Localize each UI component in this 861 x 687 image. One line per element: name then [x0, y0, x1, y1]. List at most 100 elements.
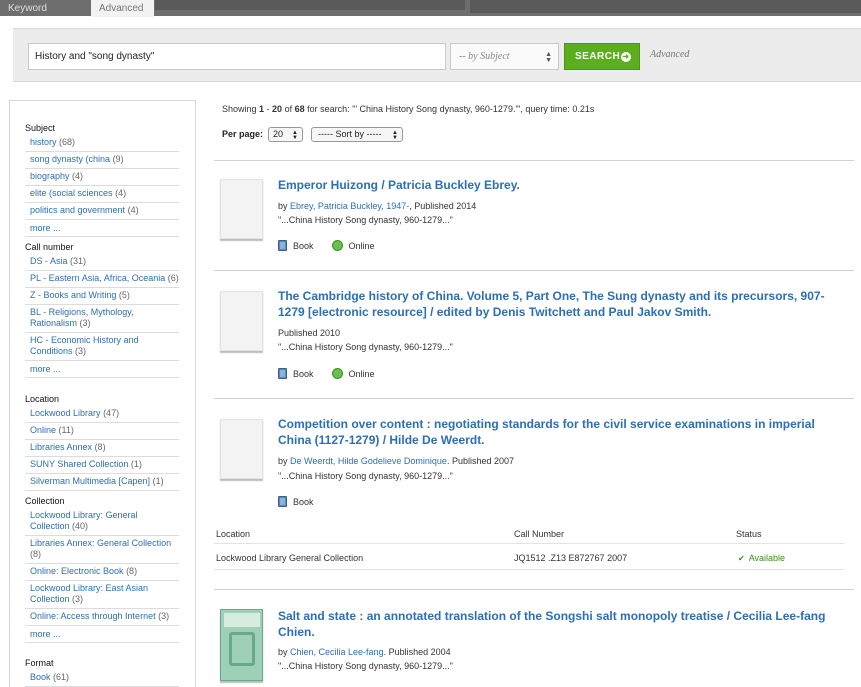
- result-title-link[interactable]: Salt and state : an annotated translatio…: [278, 608, 848, 640]
- result-meta: by Chien, Cecilia Lee-fang. Published 20…: [278, 647, 451, 657]
- facet-item[interactable]: Online (11): [25, 423, 179, 440]
- facet-item[interactable]: SUNY Shared Collection (1): [25, 457, 179, 474]
- format-online-link[interactable]: Online: [349, 369, 375, 379]
- cover-thumbnail[interactable]: [220, 179, 263, 239]
- result-formats: Book Online: [278, 240, 375, 251]
- result-formats: Book: [278, 496, 314, 507]
- search-input[interactable]: [28, 43, 446, 70]
- facet-collection: Collection Lockwood Library: General Col…: [25, 496, 179, 643]
- per-page-label: Per page:: [222, 129, 264, 139]
- holdings-header-call-number: Call Number: [514, 529, 565, 539]
- divider: [214, 270, 854, 271]
- divider: [214, 569, 844, 570]
- facet-subject: Subject history (68) song dynasty (china…: [25, 123, 179, 237]
- facet-title: Call number: [25, 242, 74, 252]
- result-snippet: "...China History Song dynasty, 960-1279…: [278, 661, 453, 671]
- result-snippet: "...China History Song dynasty, 960-1279…: [278, 471, 453, 481]
- facet-item[interactable]: Lockwood Library: East Asian Collection …: [25, 581, 179, 609]
- facet-call-number: Call number DS - Asia (31) PL - Eastern …: [25, 242, 179, 378]
- facet-item[interactable]: Online: Electronic Book (8): [25, 564, 179, 581]
- holdings-header-status: Status: [736, 529, 762, 539]
- facet-more-link[interactable]: more ...: [25, 626, 179, 643]
- facet-item[interactable]: elite (social sciences (4): [25, 186, 179, 203]
- per-page-value: 20: [273, 129, 284, 139]
- facet-item[interactable]: BL - Religions, Mythology, Rationalism (…: [25, 305, 179, 333]
- holdings-status: ✔ Available: [738, 553, 785, 563]
- format-online-link[interactable]: Online: [349, 241, 375, 251]
- format-book: Book: [293, 496, 314, 507]
- holdings-header-location: Location: [216, 529, 251, 539]
- tab-advanced[interactable]: Advanced: [91, 0, 154, 17]
- search-button[interactable]: SEARCH ➜: [564, 43, 640, 70]
- divider: [214, 543, 844, 544]
- results-summary: Showing 1 - 20 of 68 for search: '" Chin…: [222, 104, 595, 114]
- result-snippet: "...China History Song dynasty, 960-1279…: [278, 215, 453, 225]
- result-title-link[interactable]: Competition over content : negotiating s…: [278, 416, 848, 448]
- facet-sidebar: Subject history (68) song dynasty (china…: [9, 100, 196, 687]
- facet-item[interactable]: HC - Economic History and Conditions (3): [25, 333, 179, 361]
- divider: [214, 160, 854, 161]
- facet-item[interactable]: biography (4): [25, 169, 179, 186]
- check-icon: ✔: [738, 554, 745, 563]
- facet-format: Format Book (61): [25, 658, 179, 687]
- facet-item[interactable]: Online: Access through Internet (3): [25, 609, 179, 626]
- search-bar: -- by Subject ▲▼ SEARCH ➜ Advanced: [13, 28, 861, 82]
- search-button-label: SEARCH: [575, 51, 621, 62]
- facet-item[interactable]: Z - Books and Writing (5): [25, 288, 179, 305]
- search-field-value: -- by Subject: [459, 51, 510, 62]
- tab-strip-filler: [470, 0, 861, 13]
- book-icon: [278, 368, 287, 379]
- cover-thumbnail[interactable]: [220, 609, 263, 681]
- tab-keyword[interactable]: Keyword: [0, 0, 88, 16]
- divider: [214, 398, 854, 399]
- facet-item[interactable]: song dynasty (china (9): [25, 152, 179, 169]
- author-link[interactable]: Chien, Cecilia Lee-fang: [290, 647, 384, 657]
- select-arrows-icon: ▲ ▼: [545, 50, 552, 64]
- cover-glyph: [229, 632, 255, 666]
- divider: [214, 589, 854, 590]
- book-icon: [278, 240, 287, 251]
- facet-item[interactable]: Lockwood Library: General Collection (40…: [25, 508, 179, 536]
- sort-select[interactable]: ----- Sort by ----- ▲ ▼: [311, 127, 403, 142]
- select-arrows-icon: ▲ ▼: [392, 130, 398, 141]
- format-book: Book: [293, 368, 314, 379]
- result-title-link[interactable]: The Cambridge history of China. Volume 5…: [278, 288, 848, 320]
- facet-more-link[interactable]: more ...: [25, 220, 179, 237]
- format-book: Book: [293, 240, 314, 251]
- facet-item[interactable]: history (68): [25, 135, 179, 152]
- holdings-location: Lockwood Library General Collection: [216, 553, 364, 563]
- facet-item[interactable]: PL - Eastern Asia, Africa, Oceania (6): [25, 271, 179, 288]
- facet-item[interactable]: politics and government (4): [25, 203, 179, 220]
- result-meta: Published 2010: [278, 328, 341, 338]
- book-icon: [278, 496, 287, 507]
- facet-item[interactable]: Silverman Multimedia [Capen] (1): [25, 474, 179, 491]
- result-title-link[interactable]: Emperor Huizong / Patricia Buckley Ebrey…: [278, 177, 848, 193]
- facet-item[interactable]: DS - Asia (31): [25, 254, 179, 271]
- result-meta: by Ebrey, Patricia Buckley, 1947-, Publi…: [278, 201, 477, 211]
- author-link[interactable]: De Weerdt, Hilde Godelieve Dominique: [290, 456, 447, 466]
- facet-item[interactable]: Book (61): [25, 670, 179, 687]
- select-arrows-icon: ▲ ▼: [292, 130, 298, 141]
- facet-item[interactable]: Libraries Annex: General Collection (8): [25, 536, 179, 564]
- cover-title-band: [224, 613, 260, 627]
- top-tab-bar: Keyword Advanced: [0, 0, 861, 17]
- facet-title: Format: [25, 658, 54, 668]
- facet-title: Subject: [25, 123, 56, 133]
- facet-item[interactable]: Libraries Annex (8): [25, 440, 179, 457]
- author-link[interactable]: Ebrey, Patricia Buckley, 1947-: [290, 201, 409, 211]
- facet-title: Location: [25, 394, 60, 404]
- facet-item[interactable]: Lockwood Library (47): [25, 406, 179, 423]
- globe-icon: [331, 368, 343, 379]
- sort-value: ----- Sort by -----: [318, 129, 382, 139]
- search-field-select[interactable]: -- by Subject ▲ ▼: [450, 43, 559, 70]
- facet-title: Collection: [25, 496, 65, 506]
- facet-more-link[interactable]: more ...: [25, 361, 179, 378]
- holdings-call-number: JQ1512 .Z13 E872767 2007: [514, 553, 628, 563]
- status-available: Available: [748, 553, 786, 563]
- cover-thumbnail[interactable]: [220, 419, 263, 479]
- advanced-search-link[interactable]: Advanced: [650, 49, 689, 60]
- cover-thumbnail[interactable]: [220, 291, 263, 351]
- result-meta: by De Weerdt, Hilde Godelieve Dominique.…: [278, 456, 514, 466]
- per-page-select[interactable]: 20 ▲ ▼: [268, 127, 303, 142]
- result-formats: Book Online: [278, 368, 375, 379]
